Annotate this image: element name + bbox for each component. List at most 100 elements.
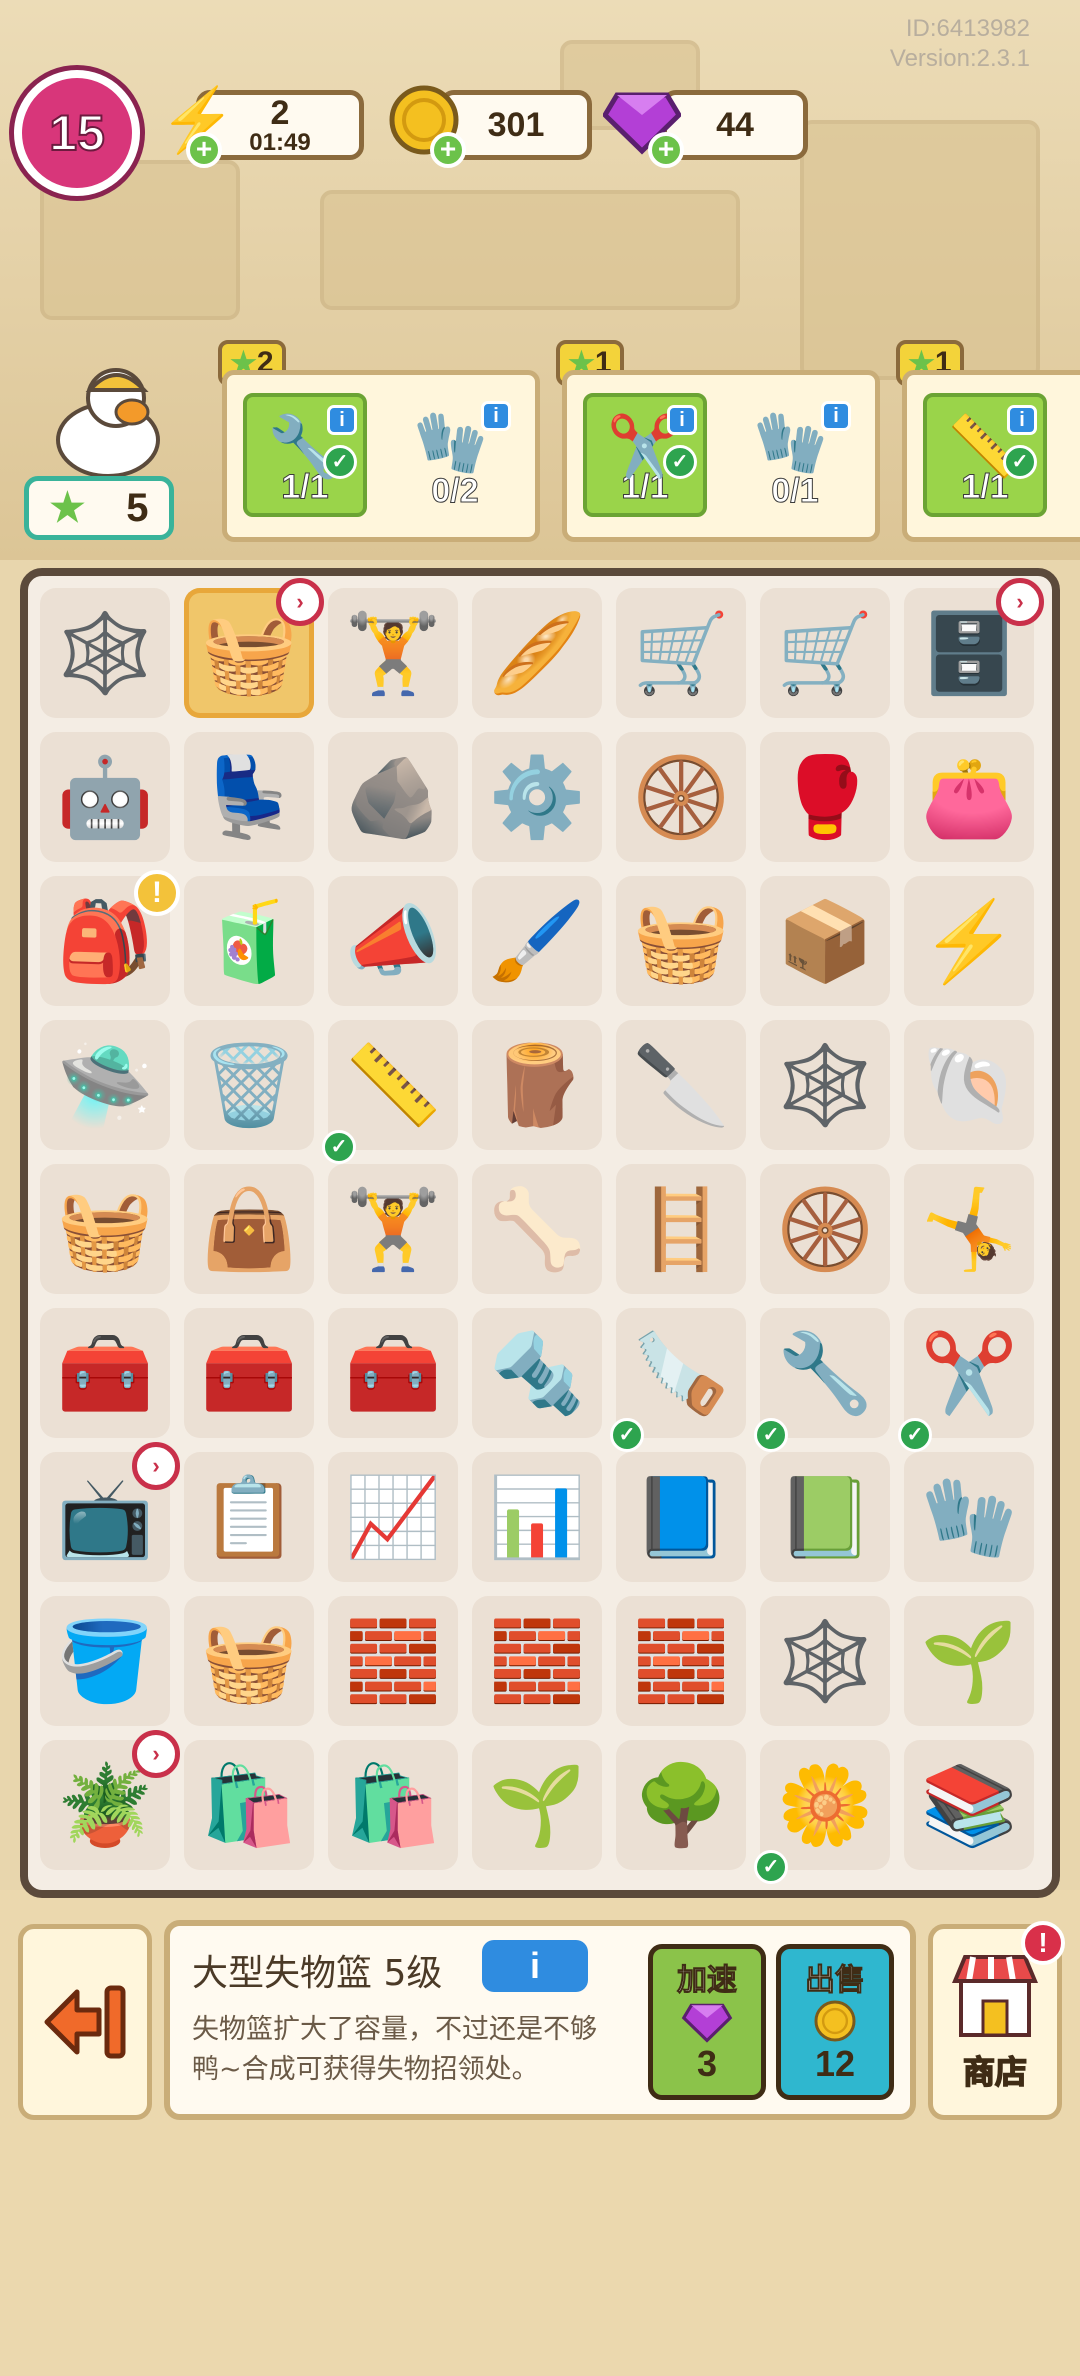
board-cell-blue-robot-vacuum[interactable]: 🛸 bbox=[40, 1020, 170, 1150]
board-cell-soil-bag-large[interactable]: 🛍️ bbox=[328, 1740, 458, 1870]
board-cell-neck-pillow[interactable]: 💺 bbox=[184, 732, 314, 862]
board-cell-hacksaw[interactable]: 🪚 ✓ bbox=[610, 1308, 746, 1452]
board-cell-tool-basket[interactable]: 🧺 bbox=[184, 1596, 314, 1726]
order-card-2[interactable]: ✂️ 1/1 i ✓ 🧤 0/1 i bbox=[562, 370, 880, 542]
order-3-item-tape[interactable]: 📏 1/1 i ✓ bbox=[923, 393, 1047, 517]
board-cell-pink-backpack[interactable]: 🎒! bbox=[40, 870, 180, 1006]
board-cell-yellow-basket[interactable]: 🧺 bbox=[616, 876, 746, 1006]
gem-icon bbox=[681, 2003, 733, 2043]
board-cell-potted-tree[interactable]: 🌳 bbox=[616, 1740, 746, 1870]
board-cell-duck-tv[interactable]: 📺 › bbox=[40, 1442, 180, 1582]
info-button[interactable]: i bbox=[481, 401, 511, 431]
board-cell-brick-pile[interactable]: 🧱 bbox=[616, 1596, 746, 1726]
board-cell-pruning-shears[interactable]: ✂️ ✓ bbox=[898, 1308, 1034, 1452]
line-chart-notebook-icon: 📈 bbox=[344, 1473, 442, 1561]
board-cell-hand-grip[interactable]: 🤸 bbox=[904, 1164, 1034, 1294]
board-cell-wrench[interactable]: 🔧 ✓ bbox=[754, 1308, 890, 1452]
order-1-item-gloves[interactable]: 🧤 0/2 i bbox=[393, 393, 517, 517]
board-cell-duck-book-3[interactable]: 📗 bbox=[760, 1452, 890, 1582]
order-1-item-wrench[interactable]: 🔧 1/1 i ✓ bbox=[243, 393, 367, 517]
board-cell-bar-chart-notebook[interactable]: 📊 bbox=[472, 1452, 602, 1582]
board-cell-gym-basket[interactable]: 🧺 bbox=[40, 1164, 170, 1294]
board-cell-ab-wheel[interactable]: 🛞 bbox=[760, 1164, 890, 1294]
tool-basket-icon: 🧺 bbox=[200, 1617, 298, 1705]
ab-wheel-icon: 🛞 bbox=[776, 1185, 874, 1273]
order-card-3[interactable]: 📏 1/1 i ✓ bbox=[902, 370, 1080, 542]
info-button[interactable]: i bbox=[327, 405, 357, 435]
board-cell-dumbbell-teal[interactable]: 🦴 bbox=[472, 1164, 602, 1294]
energy-basket-icon: ⚡ bbox=[920, 897, 1018, 985]
board-cell-shopping-basket-cart[interactable]: 🛒 bbox=[760, 588, 890, 718]
board-cell-flowering-tree[interactable]: 🌼 ✓ bbox=[754, 1740, 890, 1884]
board-cell-seed-packet[interactable]: 🌱 bbox=[904, 1596, 1034, 1726]
board-cell-dumbbell-silver[interactable]: 🏋️ bbox=[328, 1164, 458, 1294]
board-cell-duck-book-1[interactable]: 📘 bbox=[616, 1452, 746, 1582]
board-cell-water-cup[interactable]: 🧃 bbox=[184, 876, 314, 1006]
timer-badge-icon: › bbox=[132, 1730, 180, 1778]
board-cell-gym-bag[interactable]: 👜 bbox=[184, 1164, 314, 1294]
board-cell-caster-wheel[interactable]: ⚙️ bbox=[472, 732, 602, 862]
info-button[interactable]: i bbox=[1007, 405, 1037, 435]
order-2-item-gloves[interactable]: 🧤 0/1 i bbox=[733, 393, 857, 517]
board-cell-cardboard-box[interactable]: 📦 bbox=[760, 876, 890, 1006]
shop-button[interactable]: 商店 ! bbox=[928, 1921, 1065, 2120]
board-cell-stacked-bags[interactable]: 📚 bbox=[904, 1740, 1034, 1870]
board-cell-weight-plates[interactable]: 🏋️ bbox=[328, 588, 458, 718]
board-cell-cart-with-boards[interactable]: 🛒 bbox=[616, 588, 746, 718]
board-cell-cobweb-chest-3[interactable]: 🕸️ bbox=[760, 1596, 890, 1726]
board-cell-soil-bag-small[interactable]: 🛍️ bbox=[184, 1740, 314, 1870]
board-cell-garden-gloves[interactable]: 🧤 bbox=[904, 1452, 1034, 1582]
board-cell-seedling-pot[interactable]: 🪴 › bbox=[40, 1730, 180, 1870]
board-cell-shell[interactable]: 🐚 bbox=[904, 1020, 1034, 1150]
board-cell-two-bricks[interactable]: 🧱 bbox=[472, 1596, 602, 1726]
board-cell-tape-measure[interactable]: 📏 ✓ bbox=[322, 1020, 458, 1164]
board-cell-clipboard-chart[interactable]: 📋 bbox=[184, 1452, 314, 1582]
add-coins-button[interactable]: + bbox=[430, 132, 466, 168]
board-cell-rubble[interactable]: 🪨 bbox=[328, 732, 458, 862]
order-card-1[interactable]: 🔧 1/1 i ✓ 🧤 0/2 i bbox=[222, 370, 540, 542]
speedup-button[interactable]: 加速 3 bbox=[648, 1944, 766, 2100]
order-2-item-shears[interactable]: ✂️ 1/1 i ✓ bbox=[583, 393, 707, 517]
board-cell-tool-bucket[interactable]: 🪣 bbox=[40, 1596, 170, 1726]
utility-knife-icon: 🔪 bbox=[632, 1041, 730, 1129]
board-cell-boxing-glove[interactable]: 🥊 bbox=[760, 732, 890, 862]
board-cell-open-toolbox[interactable]: 🧰 bbox=[40, 1308, 170, 1438]
neck-pillow-icon: 💺 bbox=[200, 753, 298, 841]
board-cell-paint-roller[interactable]: 🖌️ bbox=[472, 876, 602, 1006]
board-cell-staple[interactable]: 🔩 bbox=[472, 1308, 602, 1438]
board-cell-robot-vacuum[interactable]: 🤖 bbox=[40, 732, 170, 862]
add-energy-button[interactable]: + bbox=[186, 132, 222, 168]
board-cell-line-chart-notebook[interactable]: 📈 bbox=[328, 1452, 458, 1582]
board-cell-foam-block[interactable]: 🥖 bbox=[472, 588, 602, 718]
board-cell-tool-tray[interactable]: 🧰 bbox=[328, 1308, 458, 1438]
board-cell-drawer-cabinet[interactable]: 🗄️ › bbox=[904, 578, 1044, 718]
board-cell-chest-expander[interactable]: 🪜 bbox=[616, 1164, 746, 1294]
board-cell-wallet[interactable]: 👛 bbox=[904, 732, 1034, 862]
board-cell-megaphone[interactable]: 📣 bbox=[328, 876, 458, 1006]
cobweb-bin-icon: 🗑️ bbox=[200, 1041, 298, 1129]
board-cell-pink-brick[interactable]: 🧱 bbox=[328, 1596, 458, 1726]
board-cell-green-toolbox[interactable]: 🧰 bbox=[184, 1308, 314, 1438]
board-cell-large-lost-basket[interactable]: 🧺 › bbox=[184, 578, 324, 718]
merge-board: 🕸️ 🧺 › 🏋️ 🥖 🛒 🛒 🗄️ › 🤖 💺 🪨 ⚙️ 🛞 🥊 👛 🎒! 🧃 📣 🖌️ 🧺 📦 ⚡ 🛸 🗑️ 📏 ✓ 🪵 🔪 🕸️ 🐚 🧺… bbox=[20, 568, 1060, 1898]
board-cell-cobweb-chest[interactable]: 🕸️ bbox=[40, 588, 170, 718]
board-cell-potted-sprout[interactable]: 🌱 bbox=[472, 1740, 602, 1870]
exit-button[interactable] bbox=[18, 1924, 152, 2120]
board-cell-utility-knife[interactable]: 🔪 bbox=[616, 1020, 746, 1150]
hand-grip-icon: 🤸 bbox=[920, 1185, 1018, 1273]
info-button[interactable]: i bbox=[821, 401, 851, 431]
add-gems-button[interactable]: + bbox=[648, 132, 684, 168]
board-cell-foam-roll[interactable]: 🪵 bbox=[472, 1020, 602, 1150]
board-cell-cobweb-chest-2[interactable]: 🕸️ bbox=[760, 1020, 890, 1150]
info-button[interactable]: i bbox=[667, 405, 697, 435]
level-badge[interactable]: 15 bbox=[14, 70, 140, 196]
board-cell-energy-basket[interactable]: ⚡ bbox=[904, 876, 1034, 1006]
check-icon: ✓ bbox=[610, 1418, 644, 1452]
sell-button[interactable]: 出售 12 bbox=[776, 1944, 894, 2100]
duck-mascot[interactable] bbox=[40, 360, 170, 480]
board-cell-cobweb-bin[interactable]: 🗑️ bbox=[184, 1020, 314, 1150]
shop-label: 商店 bbox=[962, 2052, 1028, 2092]
board-cell-double-caster[interactable]: 🛞 bbox=[616, 732, 746, 862]
item-info-button[interactable]: i bbox=[482, 1940, 588, 1992]
soil-bag-large-icon: 🛍️ bbox=[344, 1761, 442, 1849]
